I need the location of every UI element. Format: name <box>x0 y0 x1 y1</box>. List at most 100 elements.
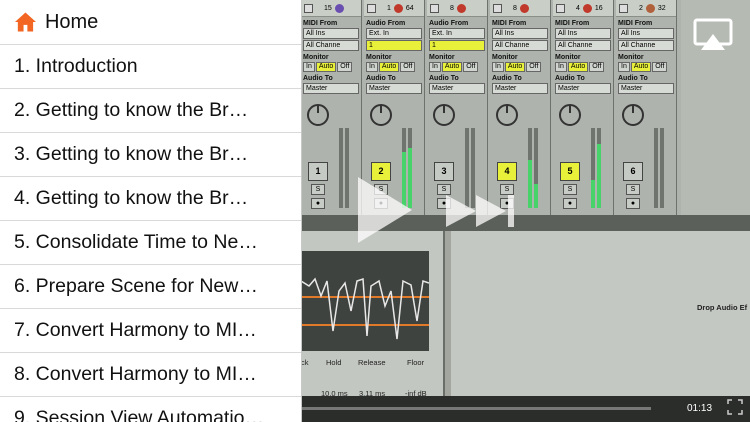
lesson-sidebar: Home 1. Introduction 2. Getting to know … <box>0 0 302 422</box>
elapsed-time: 01:13 <box>687 403 713 414</box>
fast-forward-icon[interactable] <box>444 193 516 229</box>
lesson-item-5[interactable]: 5. Consolidate Time to Ne… <box>0 221 301 265</box>
input-select: All Ins <box>303 28 359 39</box>
video-player[interactable]: 15 MIDI From All Ins All Channe Monitor … <box>301 0 750 422</box>
lesson-item-4[interactable]: 4. Getting to know the Br… <box>0 177 301 221</box>
progress-track[interactable] <box>301 407 651 410</box>
input-select: All Ins <box>492 28 548 39</box>
monitor-label: Monitor <box>492 54 518 61</box>
input-select: Ext. In <box>429 28 485 39</box>
track-badge: 8 <box>450 4 454 12</box>
threshold-label: ck <box>301 358 309 367</box>
track-badge: 16 <box>594 4 603 12</box>
solo-button: S <box>563 184 577 195</box>
level-meter <box>591 128 595 208</box>
hold-label: Hold <box>326 358 342 367</box>
track-strip: 4 16 MIDI From All Ins All Channe Monitor… <box>553 0 614 215</box>
lesson-label: 6. Prepare Scene for New… <box>14 275 258 297</box>
release-label: Release <box>358 358 386 367</box>
input-select: All Ins <box>618 28 674 39</box>
input-label: MIDI From <box>618 20 653 27</box>
lesson-item-6[interactable]: 6. Prepare Scene for New… <box>0 265 301 309</box>
floor-label: Floor <box>407 358 425 367</box>
channel-select: 1 <box>429 40 485 51</box>
track-badge: 32 <box>657 4 666 12</box>
level-meter <box>654 128 658 208</box>
channel-select: All Channe <box>303 40 359 51</box>
audio-to-label: Audio To <box>366 75 396 82</box>
lesson-item-8[interactable]: 8. Convert Harmony to MI… <box>0 353 301 397</box>
drop-zone: Drop Audio Ef <box>451 231 750 419</box>
track-number: 3 <box>434 162 454 181</box>
drop-label: Drop Audio Ef <box>697 303 748 312</box>
track-strip: 8 MIDI From All Ins All Channe Monitor I… <box>490 0 551 215</box>
mon-off: Off <box>400 62 416 72</box>
mon-off: Off <box>526 62 542 72</box>
track-number: 4 <box>497 162 517 181</box>
pan-knob <box>496 104 518 126</box>
home-row[interactable]: Home <box>0 0 301 45</box>
play-icon[interactable] <box>356 175 414 245</box>
checkbox <box>304 3 313 13</box>
output-select: Master <box>492 83 548 94</box>
lesson-item-3[interactable]: 3. Getting to know the Br… <box>0 133 301 177</box>
mon-in: In <box>366 62 378 72</box>
mon-in: In <box>618 62 630 72</box>
track-strip: 15 MIDI From All Ins All Channe Monitor … <box>301 0 362 215</box>
input-label: MIDI From <box>303 20 338 27</box>
lesson-item-1[interactable]: 1. Introduction <box>0 45 301 89</box>
track-badge: 15 <box>324 4 332 12</box>
mon-auto: Auto <box>315 62 337 72</box>
playback-bar[interactable] <box>301 396 750 422</box>
level-meter <box>597 128 601 208</box>
clip-ball-icon <box>582 3 592 13</box>
audio-to-label: Audio To <box>492 75 522 82</box>
pan-knob <box>370 104 392 126</box>
mon-auto: Auto <box>504 62 526 72</box>
lesson-label: 5. Consolidate Time to Ne… <box>14 231 258 253</box>
arm-button: ● <box>626 198 640 209</box>
level-meter <box>345 128 349 208</box>
solo-button: S <box>311 184 325 195</box>
lesson-label: 2. Getting to know the Br… <box>14 99 249 121</box>
track-badge: 8 <box>513 4 517 12</box>
track-number: 6 <box>623 162 643 181</box>
gate-device: ck Hold 10.0 ms Release 3.11 ms Floor -i… <box>301 231 445 419</box>
checkbox <box>556 3 565 13</box>
mon-auto: Auto <box>378 62 400 72</box>
mon-off: Off <box>589 62 605 72</box>
monitor-label: Monitor <box>555 54 581 61</box>
mon-off: Off <box>652 62 668 72</box>
pan-knob <box>559 104 581 126</box>
level-meter <box>339 128 343 208</box>
mon-auto: Auto <box>630 62 652 72</box>
mon-off: Off <box>337 62 353 72</box>
level-meter <box>534 128 538 208</box>
input-label: MIDI From <box>555 20 590 27</box>
track-strip: 2 32 MIDI From All Ins All Channe Monitor… <box>616 0 677 215</box>
clip-ball-icon <box>456 3 466 13</box>
checkbox <box>619 3 628 13</box>
waveform-display <box>301 251 429 351</box>
airplay-icon[interactable] <box>693 18 733 52</box>
channel-select: All Channe <box>492 40 548 51</box>
fullscreen-icon[interactable] <box>726 398 744 416</box>
mon-in: In <box>555 62 567 72</box>
monitor-label: Monitor <box>618 54 644 61</box>
arm-button: ● <box>311 198 325 209</box>
lesson-item-2[interactable]: 2. Getting to know the Br… <box>0 89 301 133</box>
audio-to-label: Audio To <box>303 75 333 82</box>
lesson-label: 1. Introduction <box>14 55 138 77</box>
track-badge: 64 <box>405 4 414 12</box>
monitor-label: Monitor <box>366 54 392 61</box>
mon-auto: Auto <box>567 62 589 72</box>
device-view: ck Hold 10.0 ms Release 3.11 ms Floor -i… <box>301 215 750 422</box>
clip-ball-icon <box>645 3 655 13</box>
channel-select: 1 <box>366 40 422 51</box>
pan-knob <box>622 104 644 126</box>
lesson-item-7[interactable]: 7. Convert Harmony to MI… <box>0 309 301 353</box>
lesson-item-9[interactable]: 9. Session View Automatio… <box>0 397 301 422</box>
checkbox <box>367 3 376 13</box>
mon-auto: Auto <box>441 62 463 72</box>
output-select: Master <box>555 83 611 94</box>
